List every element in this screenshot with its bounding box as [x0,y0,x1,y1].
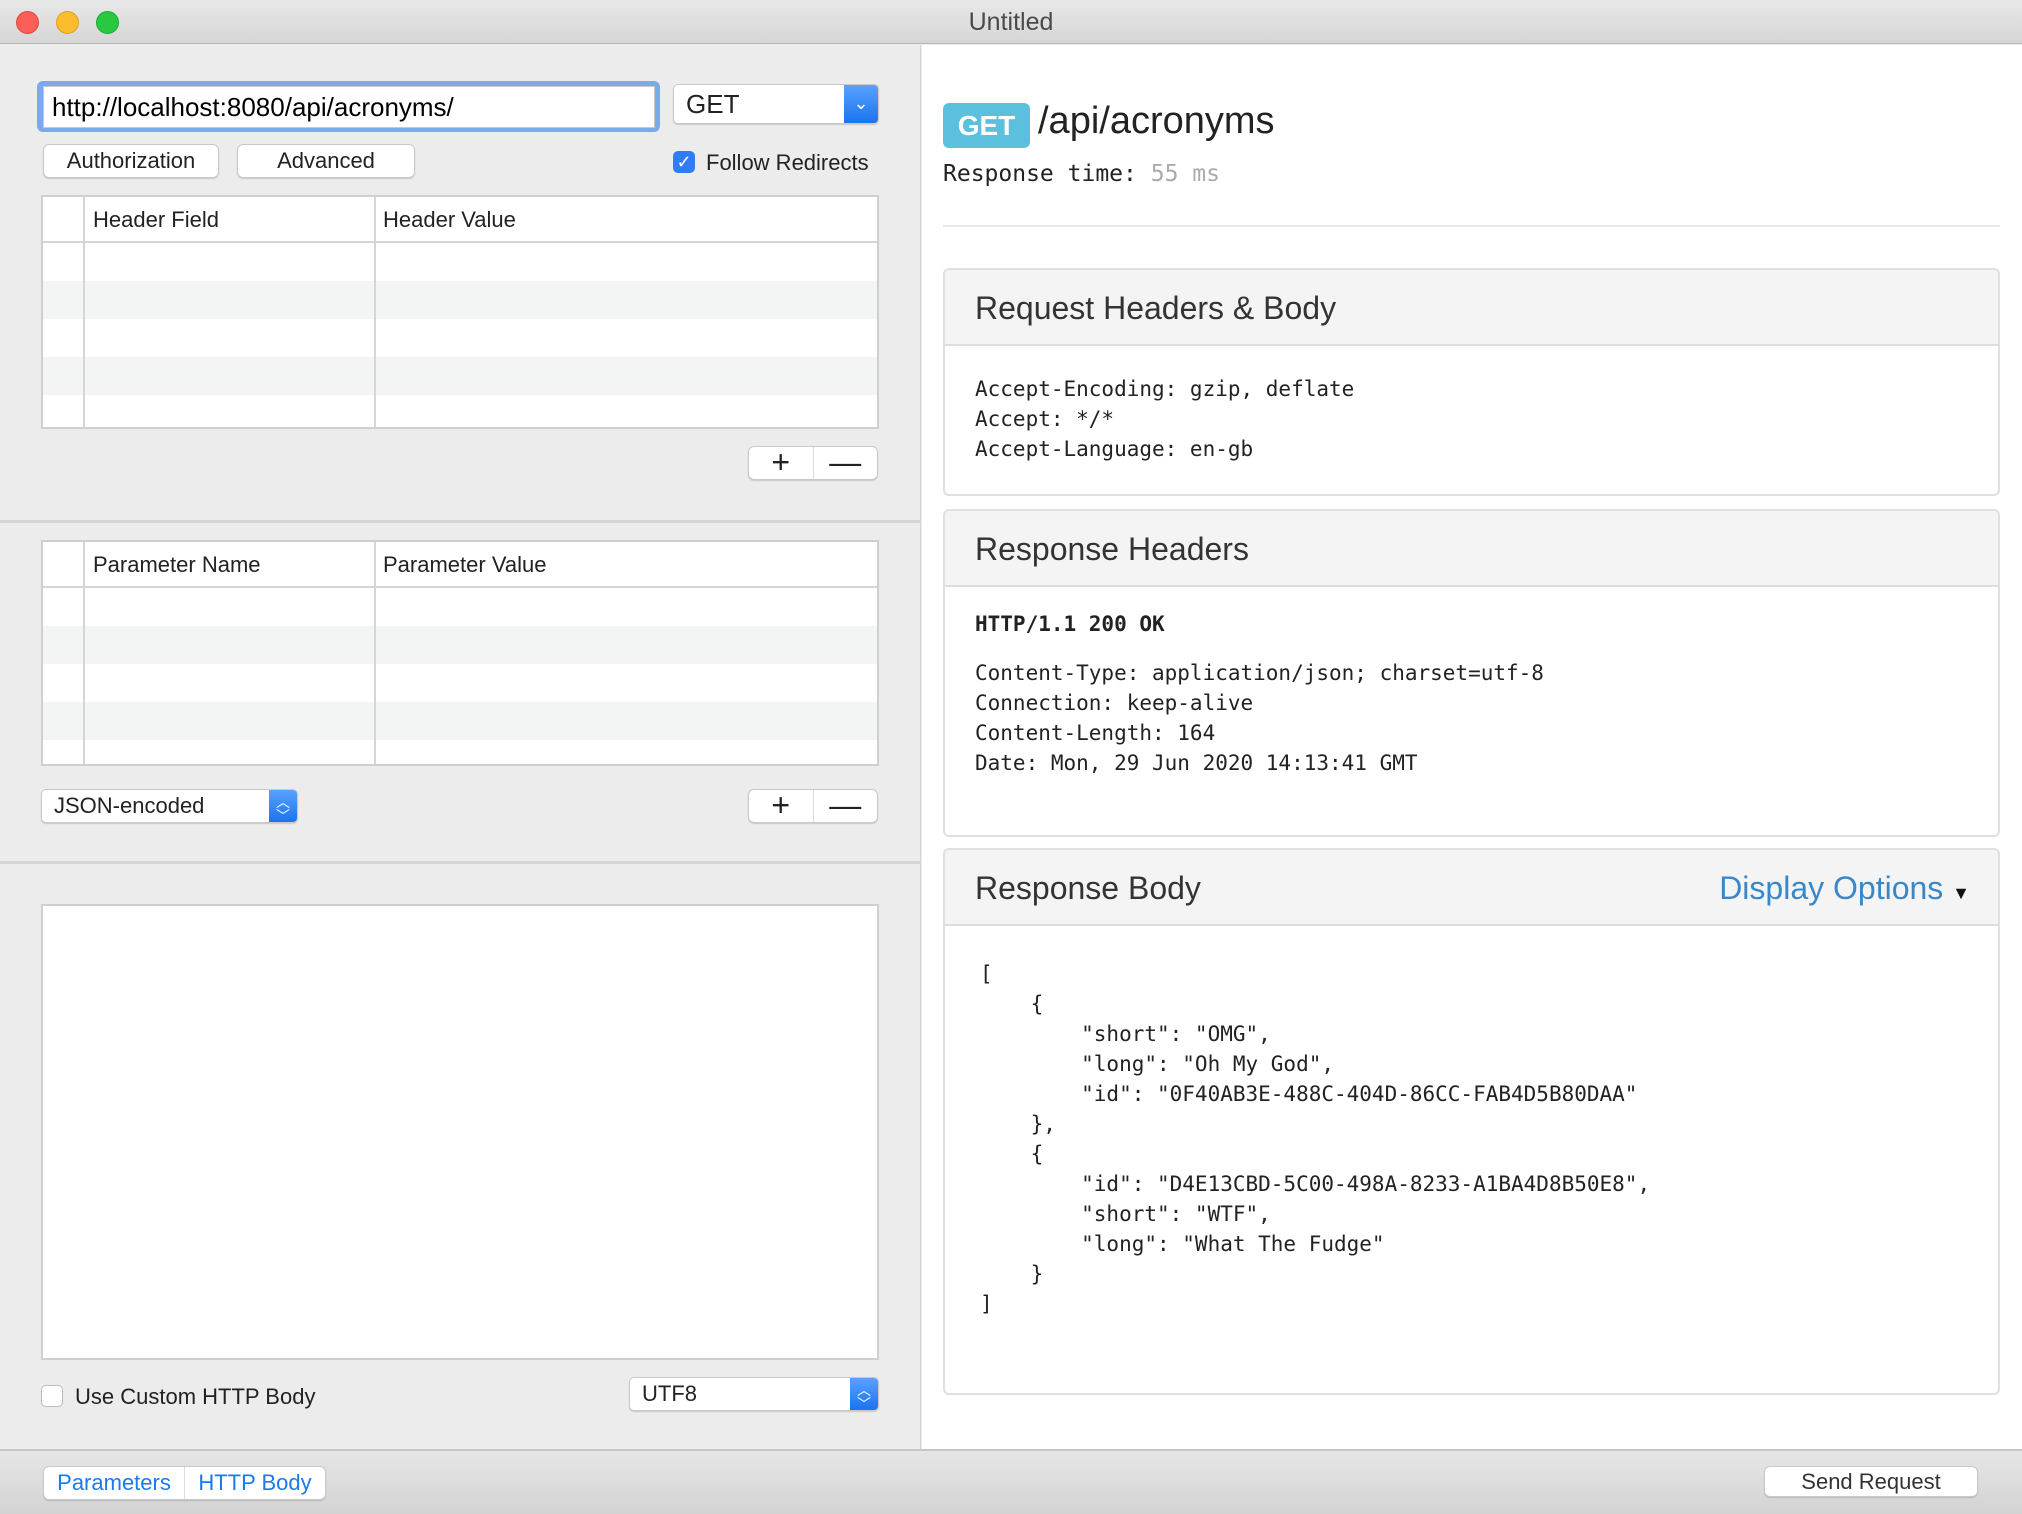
display-options-button[interactable]: Display Options ▼ [1719,850,1970,931]
charset-select[interactable]: UTF8 ︿ ﹀ [629,1377,879,1411]
tab-http-body[interactable]: HTTP Body [185,1467,325,1499]
column-parameter-value[interactable]: Parameter Value [383,552,546,578]
method-value: GET [686,89,740,119]
chevron-down-icon: ⌄ [844,85,878,123]
panel-title: Request Headers & Body [945,270,1998,346]
params-add-remove: + — [748,789,878,823]
request-headers-panel: Request Headers & Body Accept-Encoding: … [943,268,2000,496]
remove-header-button[interactable]: — [814,446,878,479]
caret-down-icon: ▼ [1952,883,1970,903]
title-bar: Untitled [0,0,2022,44]
headers-table-header: Header Field Header Value [43,197,877,243]
advanced-button[interactable]: Advanced [237,144,415,178]
add-header-button[interactable]: + [749,446,814,479]
follow-redirects-label: Follow Redirects [706,150,869,175]
parameters-table[interactable]: Parameter Name Parameter Value [41,540,879,766]
response-body-panel: Response Body Display Options ▼ [ { "sho… [943,848,2000,1395]
response-time-label: Response time: [943,161,1137,187]
zoom-window-button[interactable] [96,11,119,34]
stepper-arrows-icon: ︿ ﹀ [269,790,297,822]
minimize-window-button[interactable] [56,11,79,34]
column-header-value[interactable]: Header Value [383,207,516,233]
encoding-value: JSON-encoded [54,793,205,818]
tab-parameters[interactable]: Parameters [44,1467,185,1499]
use-custom-body-checkbox[interactable] [41,1385,63,1407]
send-request-button[interactable]: Send Request [1764,1466,1978,1497]
method-select[interactable]: GET ⌄ [673,84,879,124]
authorization-button[interactable]: Authorization [43,144,219,178]
panel-title: Response Headers [945,511,1998,587]
http-body-textarea[interactable] [41,904,879,1360]
add-parameter-button[interactable]: + [749,789,814,822]
response-time: Response time: 55 ms [943,159,1220,189]
remove-parameter-button[interactable]: — [814,789,878,822]
status-line: HTTP/1.1 200 OK [975,612,1165,636]
encoding-select[interactable]: JSON-encoded ︿ ﹀ [41,789,298,823]
response-body-text: [ { "short": "OMG", "long": "Oh My God",… [980,962,1651,1316]
panel-title: Response Body Display Options ▼ [945,850,1998,926]
response-time-value: 55 ms [1150,161,1220,187]
request-headers-text: Accept-Encoding: gzip, deflate Accept: *… [975,377,1355,461]
response-headers-panel: Response Headers HTTP/1.1 200 OK Content… [943,509,2000,837]
response-headers-text: Content-Type: application/json; charset=… [975,661,1544,775]
headers-add-remove: + — [748,446,878,480]
column-parameter-name[interactable]: Parameter Name [93,552,261,578]
use-custom-body-label: Use Custom HTTP Body [75,1384,316,1409]
follow-redirects-checkbox[interactable]: ✓ [673,151,695,173]
view-segmented-control: Parameters HTTP Body [43,1466,326,1500]
method-badge: GET [943,103,1030,148]
window-title: Untitled [968,8,1054,36]
charset-value: UTF8 [642,1381,697,1406]
response-path: /api/acronyms [1038,100,1275,142]
checkmark-icon: ✓ [676,152,692,172]
parameters-table-header: Parameter Name Parameter Value [43,542,877,588]
headers-table[interactable]: Header Field Header Value [41,195,879,429]
display-options-label: Display Options [1719,870,1944,906]
url-input[interactable] [43,86,655,128]
stepper-arrows-icon: ︿ ﹀ [850,1378,878,1410]
column-header-field[interactable]: Header Field [93,207,219,233]
close-window-button[interactable] [16,11,39,34]
response-body-title: Response Body [975,870,1201,906]
